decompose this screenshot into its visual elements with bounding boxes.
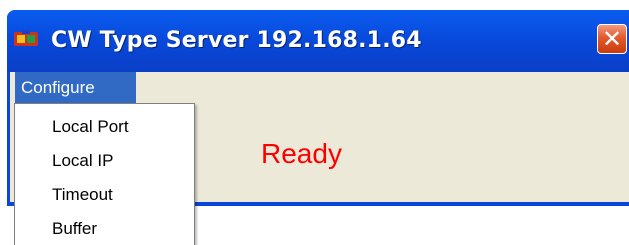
window-title: CW Type Server 192.168.1.64 [51, 28, 422, 53]
title-bar[interactable]: CW Type Server 192.168.1.64 ✕ [7, 10, 629, 72]
menu-bar: Configure [10, 72, 629, 103]
menu-item-timeout[interactable]: Timeout [52, 185, 113, 205]
menu-item-local-port[interactable]: Local Port [52, 117, 129, 137]
menu-configure[interactable]: Configure [15, 72, 136, 103]
configure-dropdown: Local Port Local IP Timeout Buffer [14, 103, 195, 245]
status-text: Ready [261, 138, 342, 169]
menu-item-buffer[interactable]: Buffer [52, 219, 97, 239]
app-icon [14, 30, 38, 46]
close-icon: ✕ [601, 25, 623, 53]
close-button[interactable]: ✕ [597, 24, 627, 54]
menu-item-local-ip[interactable]: Local IP [52, 151, 113, 171]
